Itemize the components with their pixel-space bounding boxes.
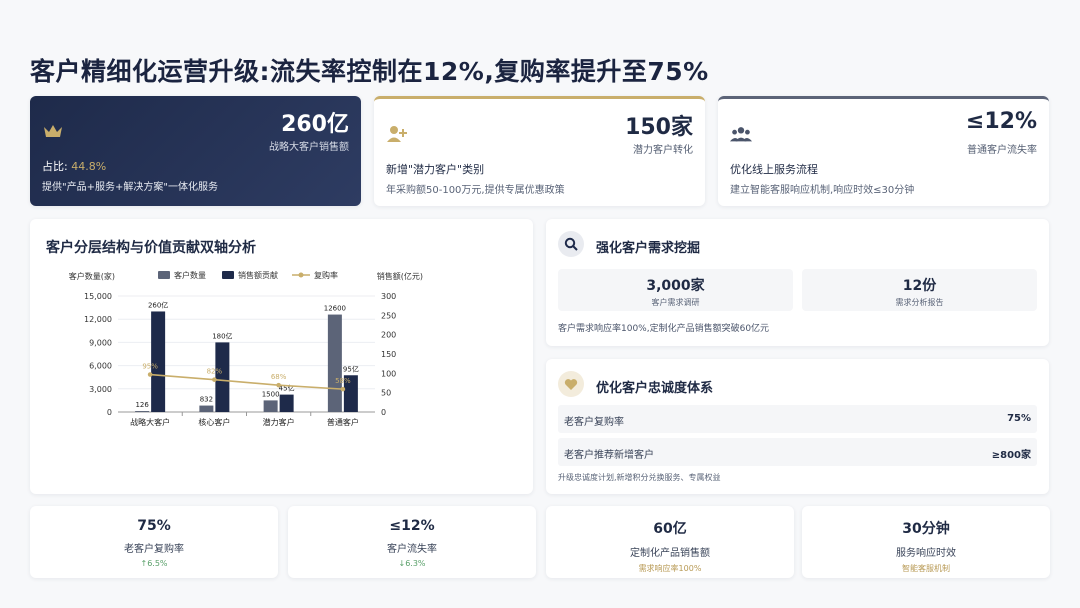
bar-customer-count (135, 411, 150, 412)
section-title: 优化客户忠诚度体系 (596, 381, 714, 396)
legend-marker (298, 272, 304, 278)
x-tick-label: 核心客户 (198, 417, 230, 427)
legend-swatch (222, 271, 234, 279)
y-tick-label: 3,000 (89, 385, 112, 394)
stat-block: 3,000家 客户需求调研 (558, 269, 793, 311)
y-tick-label: 12,000 (84, 315, 112, 324)
loyalty-row: 老客户推荐新增客户 ≥800家 (558, 438, 1037, 466)
card-value: ≤12% (965, 109, 1037, 134)
bar-customer-count (327, 314, 342, 412)
card-heading: 新增"潜力客户"类别 (386, 163, 485, 176)
loyalty-row: 老客户复购率 75% (558, 405, 1037, 433)
stat-block: 12份 需求分析报告 (802, 269, 1037, 311)
y2-tick-label: 50 (381, 389, 391, 398)
card-value: 150家 (625, 115, 693, 140)
card-subtitle: 普通客户流失率 (967, 145, 1037, 156)
x-tick-label: 普通客户 (327, 417, 359, 427)
legend-label: 客户数量 (174, 270, 206, 280)
data-label: 95亿 (343, 364, 359, 373)
data-label: 180亿 (212, 331, 232, 340)
legend-label: 销售额贡献 (238, 270, 278, 280)
bar-customer-count (263, 400, 278, 412)
y2-tick-label: 250 (381, 311, 396, 320)
regular-client-card: ≤12% 普通客户流失率 优化线上服务流程 建立智能客服响应机制,响应时效≤30… (718, 96, 1049, 206)
line-point (212, 377, 217, 382)
y-tick-label: 15,000 (84, 292, 112, 301)
y-axis-title: 客户数量(家) (69, 271, 115, 281)
page-title: 客户精细化运营升级:流失率控制在12%,复购率提升至75% (30, 57, 709, 86)
line-label: 95% (142, 363, 158, 371)
card-value: 260亿 (281, 112, 349, 137)
y2-axis-title: 销售额(亿元) (377, 271, 423, 281)
section-note: 客户需求响应率100%,定制化产品销售额突破60亿元 (558, 324, 770, 334)
line-point (340, 386, 346, 392)
y2-tick-label: 200 (381, 331, 396, 340)
line-label: 68% (271, 373, 287, 381)
bar-customer-count (199, 405, 214, 412)
x-tick-label: 战略大客户 (130, 417, 170, 427)
dual-axis-chart: 客户数量(家) 销售额(亿元) 客户数量 销售额贡献 复购率 0 3,000 6,000 9,0… (69, 270, 423, 427)
card-description: 提供"产品+服务+解决方案"一体化服务 (42, 182, 218, 193)
crown-icon (42, 120, 64, 142)
line-point (276, 382, 281, 388)
y2-tick-label: 100 (381, 369, 396, 378)
bar-sales-contribution (215, 342, 230, 412)
kpi-card: 75% 老客户复购率 ↑6.5% (30, 506, 278, 578)
data-label: 1500 (262, 390, 280, 398)
section-title: 强化客户需求挖掘 (596, 241, 701, 256)
legend-swatch (158, 271, 170, 279)
potential-client-card: 150家 潜力客户转化 新增"潜力客户"类别 年采购额50-100万元,提供专属… (374, 96, 705, 206)
chart-title: 客户分层结构与价值贡献双轴分析 (46, 240, 256, 256)
data-label: 12600 (324, 305, 346, 313)
add-user-icon (386, 123, 408, 145)
strategic-client-card: 260亿 战略大客户销售额 占比: 44.8% 提供"产品+服务+解决方案"一体… (30, 96, 361, 206)
data-label: 832 (200, 396, 213, 404)
y2-tick-label: 0 (381, 408, 386, 417)
kpi-card: ≤12% 客户流失率 ↓6.3% (288, 506, 536, 578)
card-heading: 优化线上服务流程 (730, 163, 818, 176)
data-label: 126 (135, 401, 149, 409)
kpi-card: 30分钟 服务响应时效 智能客服机制 (802, 506, 1050, 578)
line-repurchase-rate (150, 373, 343, 390)
card-subtitle: 潜力客户转化 (633, 145, 693, 156)
group-icon (730, 123, 752, 145)
heart-icon (558, 371, 584, 397)
y-tick-label: 6,000 (89, 362, 112, 371)
data-label: 260亿 (148, 300, 168, 309)
y2-tick-label: 300 (381, 292, 396, 301)
loyalty-card: 优化客户忠诚度体系 老客户复购率 75% 老客户推荐新增客户 ≥800家 升级忠诚度… (546, 359, 1049, 494)
line-label: 58% (335, 377, 351, 385)
section-note: 升级忠诚度计划,新增积分兑换服务、专属权益 (558, 473, 721, 482)
card-subtitle: 战略大客户销售额 (269, 142, 349, 153)
y-tick-label: 0 (107, 408, 112, 417)
card-share: 占比: 44.8% (42, 160, 107, 173)
search-icon (558, 231, 584, 257)
x-tick-label: 潜力客户 (263, 417, 295, 427)
y-tick-label: 9,000 (89, 338, 112, 347)
bar-sales-contribution (279, 394, 294, 412)
line-point (147, 372, 153, 377)
dual-axis-chart-card: 客户分层结构与价值贡献双轴分析 客户数量(家) 销售额(亿元) 客户数量 销售额贡献 复… (30, 219, 533, 494)
line-label: 82% (207, 368, 223, 376)
demand-mining-card: 强化客户需求挖掘 3,000家 客户需求调研 12份 需求分析报告 客户需求响应… (546, 219, 1049, 346)
kpi-card: 60亿 定制化产品销售额 需求响应率100% (546, 506, 794, 578)
legend-label: 复购率 (314, 270, 338, 280)
card-description: 年采购额50-100万元,提供专属优惠政策 (386, 185, 565, 196)
y2-tick-label: 150 (381, 350, 396, 359)
card-description: 建立智能客服响应机制,响应时效≤30分钟 (730, 185, 915, 196)
